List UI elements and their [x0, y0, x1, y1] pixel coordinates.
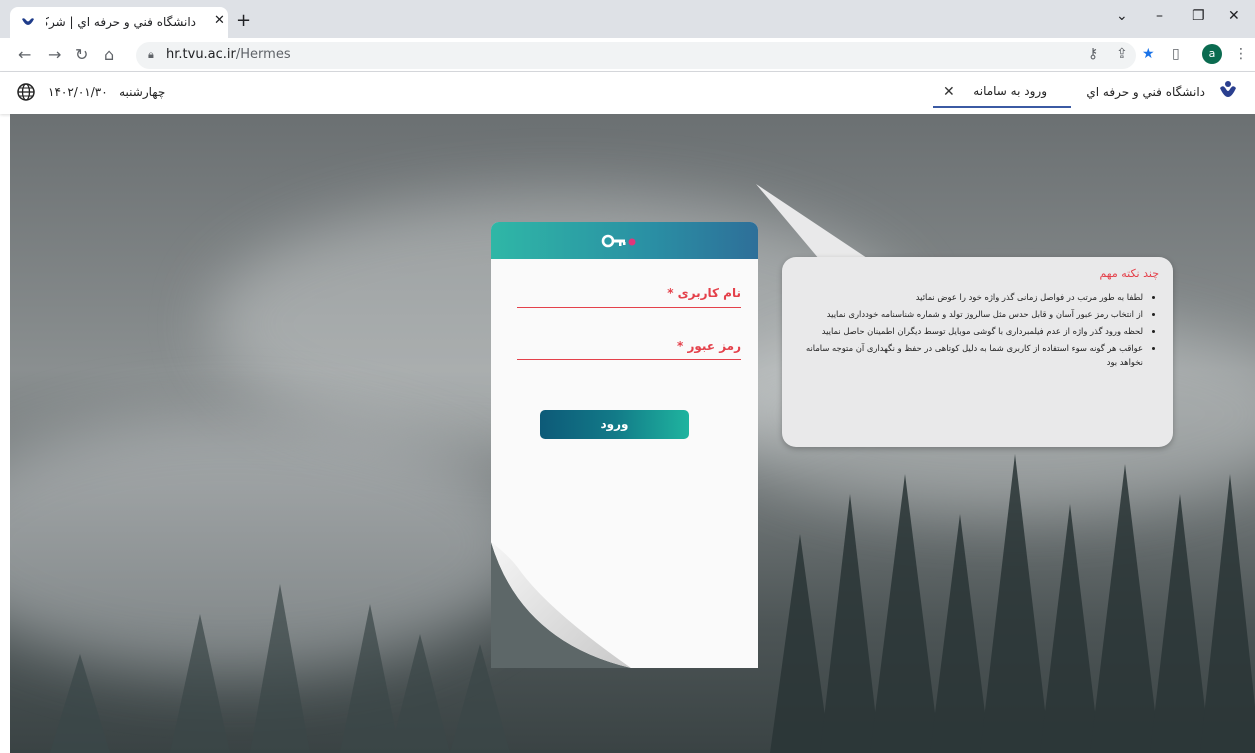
back-icon[interactable]: ←	[18, 45, 31, 64]
tips-title: چند نکته مهم	[1099, 267, 1159, 280]
side-panel-icon[interactable]: ▯	[1172, 46, 1180, 62]
password-input[interactable]	[517, 359, 741, 360]
username-label: نام کاربری *	[667, 286, 741, 300]
list-item: عواقب هر گونه سوء استفاده از کاربری شما …	[796, 341, 1143, 369]
password-label: رمز عبور *	[677, 339, 741, 353]
lock-icon[interactable]: 🔒︎	[148, 48, 154, 62]
key-icon	[601, 234, 636, 248]
list-item: از انتخاب رمز عبور آسان و قابل حدس مثل س…	[796, 307, 1143, 321]
reload-icon[interactable]: ↻	[75, 45, 88, 64]
browser-tab[interactable]: دانشگاه فني و حرفه اي | شركت سا ✕	[10, 7, 228, 38]
home-icon[interactable]: ⌂	[104, 45, 114, 64]
site-favicon-icon	[22, 18, 34, 25]
minimize-icon[interactable]: –	[1156, 8, 1163, 24]
tab-login-close-icon[interactable]: ✕	[943, 84, 955, 100]
list-item: لحظه ورود گذر واژه از عدم فیلمبرداری با …	[796, 324, 1143, 338]
username-input[interactable]	[517, 307, 741, 308]
bookmark-star-icon[interactable]: ★	[1142, 46, 1155, 62]
tab-login[interactable]: ورود به سامانه ✕	[933, 78, 1071, 108]
login-button[interactable]: ورود	[540, 410, 689, 439]
profile-avatar[interactable]: a	[1202, 44, 1222, 64]
login-card: نام کاربری * رمز عبور * ورود	[491, 222, 758, 668]
menu-dots-icon[interactable]: ⋮	[1234, 46, 1248, 62]
tips-list: لطفا به طور مرتب در فواصل زمانی گذر واژه…	[796, 290, 1159, 369]
site-header: چهارشنبه ۱۴۰۲/۰۱/۳۰ ورود به سامانه ✕ دان…	[0, 72, 1255, 114]
tab-search-icon[interactable]: ⌄	[1116, 8, 1128, 24]
tab-close-icon[interactable]: ✕	[214, 13, 225, 28]
tab-login-label: ورود به سامانه	[973, 84, 1047, 98]
university-logo-icon[interactable]	[1217, 80, 1239, 104]
share-icon[interactable]: ⇪	[1116, 46, 1128, 62]
current-date: چهارشنبه ۱۴۰۲/۰۱/۳۰	[48, 85, 166, 99]
window-close-icon[interactable]: ✕	[1228, 8, 1240, 24]
browser-toolbar: ← → ↻ ⌂ 🔒︎ hr.tvu.ac.ir/Hermes ⚷ ⇪ ★ ▯ a…	[0, 38, 1255, 72]
password-key-icon[interactable]: ⚷	[1088, 46, 1098, 62]
new-tab-icon[interactable]: +	[236, 10, 251, 31]
forward-icon[interactable]: →	[48, 45, 61, 64]
browser-tab-title: دانشگاه فني و حرفه اي | شركت سا	[46, 15, 196, 29]
language-globe-icon[interactable]	[16, 82, 36, 102]
org-name: دانشگاه فني و حرفه اي	[1086, 85, 1205, 99]
address-bar[interactable]: 🔒︎ hr.tvu.ac.ir/Hermes	[136, 42, 1136, 69]
tips-bubble: چند نکته مهم لطفا به طور مرتب در فواصل ز…	[782, 257, 1173, 447]
page-curl-decoration	[491, 532, 631, 668]
login-card-header	[491, 222, 758, 259]
restore-icon[interactable]: ❐	[1192, 8, 1205, 24]
list-item: لطفا به طور مرتب در فواصل زمانی گذر واژه…	[796, 290, 1143, 304]
url-text[interactable]: hr.tvu.ac.ir/Hermes	[166, 47, 291, 62]
browser-tab-strip: دانشگاه فني و حرفه اي | شركت سا ✕ + ⌄ – …	[0, 0, 1255, 38]
